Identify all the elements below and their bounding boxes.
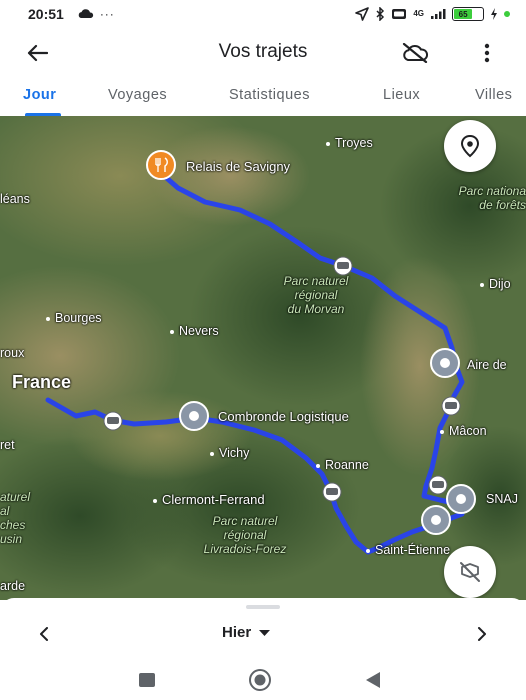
tab-voyages[interactable]: Voyages: [108, 87, 167, 103]
location-pin[interactable]: [179, 401, 209, 431]
place-dot: [153, 498, 157, 503]
place-dot: [46, 316, 50, 321]
hide-route-button[interactable]: [444, 546, 496, 598]
park-label-forets: Parc nationa de forêts: [458, 184, 526, 212]
car-marker: [441, 396, 461, 416]
place-label-relais: Relais de Savigny: [186, 159, 291, 174]
cloud-off-icon: [402, 43, 429, 63]
car-marker: [333, 256, 353, 276]
tab-bar: Jour Voyages Statistiques Lieux Villes: [0, 80, 526, 116]
triangle-back-icon: [366, 672, 380, 688]
place-label-macon: Mâcon: [440, 424, 487, 438]
status-time: 20:51: [28, 6, 64, 22]
sheet-drag-handle[interactable]: [246, 605, 280, 609]
cloud-icon: [78, 9, 93, 18]
volte-icon: [392, 9, 407, 19]
place-label-cambronde: Combronde Logistique: [218, 409, 349, 424]
charging-icon: [491, 8, 497, 20]
date-selector[interactable]: Hier: [222, 624, 271, 641]
place-dot: [326, 141, 330, 146]
page-title: Vos trajets: [218, 41, 308, 62]
home-button[interactable]: [247, 668, 273, 692]
place-label-clermont: Clermont-Ferrand: [153, 492, 265, 507]
chevron-left-icon: [40, 627, 48, 641]
place-label-snaj: SNAJ: [486, 492, 518, 506]
notification-overflow: ···: [99, 7, 115, 21]
more-options-button[interactable]: [474, 38, 500, 68]
location-pin[interactable]: [421, 505, 451, 535]
park-label-livradois: Parc naturel régional Livradois-Forez: [203, 514, 287, 556]
location-pin[interactable]: [430, 348, 460, 378]
place-label-dijon: Dijo: [480, 277, 511, 291]
square-icon: [139, 673, 155, 687]
back-nav-button[interactable]: [360, 668, 386, 692]
place-dot: [366, 548, 370, 553]
location-pin[interactable]: [446, 484, 476, 514]
place-dot: [480, 282, 484, 287]
network-type: 4G: [413, 9, 424, 18]
tab-statistiques[interactable]: Statistiques: [229, 87, 310, 103]
place-dot: [170, 329, 174, 334]
place-label-vichy: Vichy: [210, 446, 249, 460]
place-label-nevers: Nevers: [170, 324, 219, 338]
map-view[interactable]: Troyes Relais de Savigny léans Parc nati…: [0, 116, 526, 600]
next-day-button[interactable]: [472, 622, 492, 646]
privacy-indicator-dot: [504, 11, 510, 17]
location-arrow-icon: [355, 7, 370, 21]
place-label-roanne: Roanne: [316, 458, 369, 472]
place-label-aire: Aire de: [467, 358, 507, 372]
home-circle-icon: [249, 669, 271, 691]
car-marker: [322, 482, 342, 502]
more-vert-icon: [484, 43, 490, 63]
tab-jour[interactable]: Jour: [23, 87, 56, 103]
date-label: Hier: [222, 624, 252, 641]
restaurant-pin[interactable]: [146, 150, 176, 180]
place-label-garde: arde: [0, 579, 26, 593]
add-location-icon: [460, 134, 480, 158]
app-bar: Vos trajets: [0, 28, 526, 76]
tab-lieux[interactable]: Lieux: [383, 87, 420, 103]
place-label-saint-etienne: Saint-Étienne: [366, 543, 450, 557]
place-dot: [316, 463, 320, 468]
chevron-right-icon: [478, 627, 486, 641]
visibility-off-icon: [460, 562, 480, 582]
car-marker: [428, 475, 448, 495]
date-sheet: Hier: [0, 598, 526, 660]
previous-day-button[interactable]: [34, 622, 54, 646]
place-label-france: France: [12, 372, 72, 392]
car-marker: [103, 411, 123, 431]
park-label-morvan: Parc naturel régional du Morvan: [283, 274, 349, 316]
place-dot: [210, 451, 214, 456]
add-place-button[interactable]: [444, 120, 496, 172]
tab-villes[interactable]: Villes: [475, 87, 512, 103]
park-label-left-edge: aturel al ches usin: [0, 490, 31, 546]
status-bar: 20:51 ··· 4G 65: [0, 0, 526, 28]
system-nav-bar: [0, 660, 526, 700]
place-label-bourges: Bourges: [46, 311, 102, 325]
battery-level: 65: [454, 9, 473, 19]
place-label-ret: ret: [0, 438, 15, 452]
battery-icon: 65: [452, 7, 484, 21]
recents-button[interactable]: [134, 668, 160, 692]
place-label-troyes: Troyes: [326, 136, 373, 150]
cloud-off-button[interactable]: [399, 38, 431, 68]
bluetooth-icon: [376, 7, 385, 21]
signal-icon: [431, 9, 446, 19]
place-label-roux: roux: [0, 346, 25, 360]
place-dot: [440, 429, 444, 434]
place-label-leans: léans: [0, 192, 30, 206]
dropdown-arrow-icon: [259, 629, 271, 636]
